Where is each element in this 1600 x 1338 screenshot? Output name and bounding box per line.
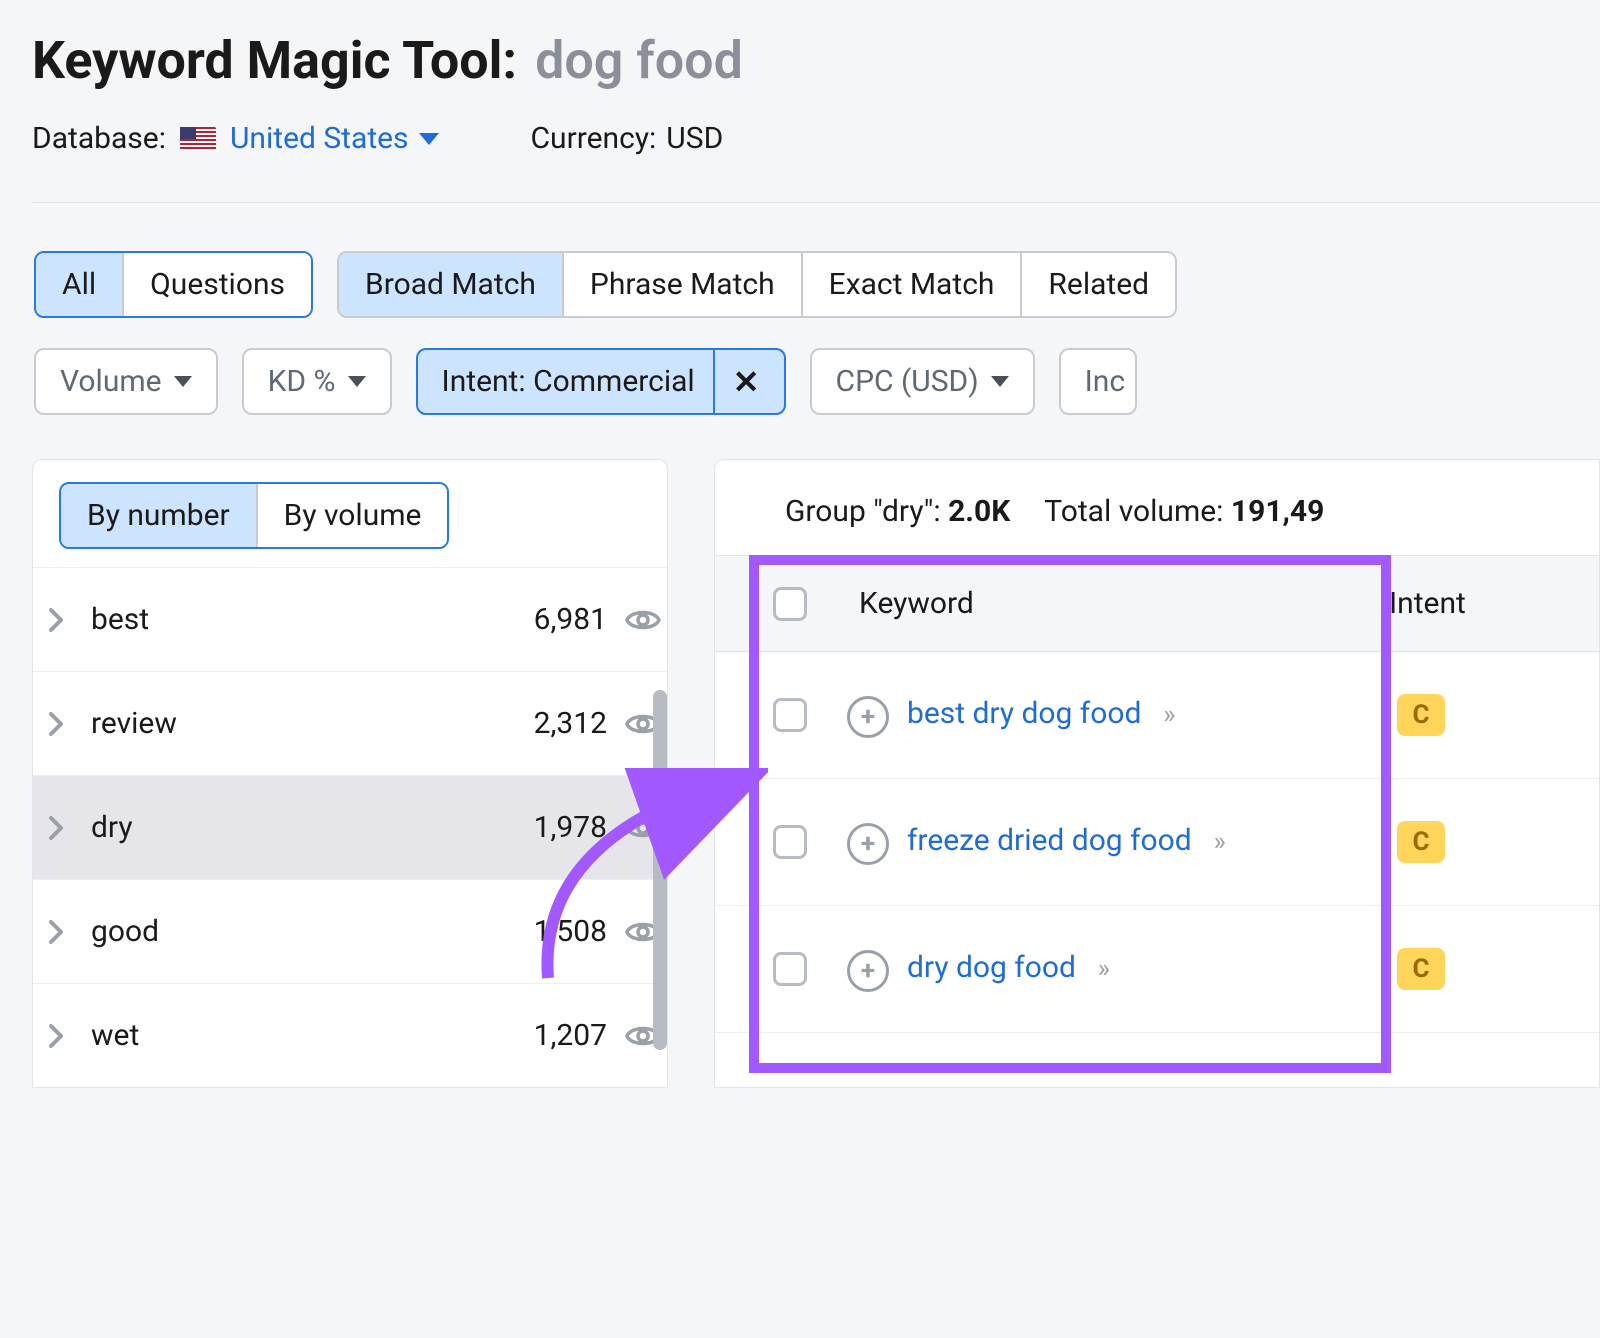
column-intent[interactable]: Intent	[1389, 586, 1529, 621]
group-name: wet	[91, 1018, 534, 1053]
group-row[interactable]: dry 1,978	[33, 775, 667, 879]
database-label: Database:	[32, 121, 166, 156]
table-row: + dry dog food » C	[715, 906, 1599, 1033]
group-count: 2.0K	[948, 494, 1010, 529]
expand-icon[interactable]: »	[1149, 700, 1174, 730]
expand-icon[interactable]: »	[1083, 954, 1108, 984]
chevron-right-icon	[41, 712, 73, 736]
group-count: 1,978	[534, 810, 607, 845]
database-country[interactable]: United States	[230, 121, 439, 156]
sort-by-number[interactable]: By number	[61, 484, 256, 547]
query-term: dog food	[535, 30, 743, 91]
group-name: best	[91, 602, 534, 637]
group-label: Group "dry":	[785, 494, 941, 529]
divider	[32, 202, 1600, 203]
page-title-row: Keyword Magic Tool: dog food	[32, 30, 1600, 91]
group-count: 2,312	[534, 706, 607, 741]
intent-badge: C	[1397, 821, 1445, 863]
currency-label: Currency:	[531, 121, 657, 156]
filter-kd[interactable]: KD %	[242, 348, 392, 415]
group-count: 6,981	[534, 602, 607, 637]
meta-row: Database: United States Currency: USD	[32, 121, 1600, 156]
currency-value: USD	[666, 121, 723, 156]
group-row[interactable]: good 1,508	[33, 879, 667, 983]
chevron-down-icon	[991, 376, 1009, 387]
tool-title: Keyword Magic Tool:	[32, 30, 517, 91]
select-all-checkbox[interactable]	[773, 587, 807, 621]
tab-all[interactable]: All	[36, 253, 122, 316]
keyword-link[interactable]: dry dog food	[907, 950, 1076, 985]
expand-icon[interactable]: »	[1199, 827, 1224, 857]
results-table: Keyword Intent + best dry dog food » C +…	[715, 555, 1599, 1033]
results-summary: Group "dry": 2.0K Total volume: 191,49	[715, 460, 1599, 555]
chevron-right-icon	[41, 1024, 73, 1048]
keyword-link[interactable]: freeze dried dog food	[907, 823, 1192, 858]
group-name: good	[91, 914, 534, 949]
match-type-tabs: All Questions Broad Match Phrase Match E…	[34, 251, 1600, 318]
close-icon[interactable]: ✕	[733, 366, 760, 398]
table-header: Keyword Intent	[715, 555, 1599, 652]
row-checkbox[interactable]	[773, 698, 807, 732]
database-selector[interactable]: Database: United States	[32, 121, 439, 156]
results-panel: Group "dry": 2.0K Total volume: 191,49 K…	[714, 459, 1600, 1088]
chevron-right-icon	[41, 920, 73, 944]
chevron-right-icon	[41, 608, 73, 632]
intent-badge: C	[1397, 948, 1445, 990]
filter-intent[interactable]: Intent: Commercial ✕	[416, 348, 786, 415]
total-volume-label: Total volume:	[1044, 494, 1223, 529]
chevron-down-icon	[419, 133, 439, 145]
sort-by-volume[interactable]: By volume	[256, 484, 448, 547]
keyword-link[interactable]: best dry dog food	[907, 696, 1141, 731]
match-segment: Broad Match Phrase Match Exact Match Rel…	[337, 251, 1177, 318]
total-volume-value: 191,49	[1231, 494, 1324, 529]
flag-us-icon	[180, 127, 216, 151]
filter-pills: Volume KD % Intent: Commercial ✕ CPC (US…	[34, 348, 1600, 415]
all-questions-segment: All Questions	[34, 251, 313, 318]
row-checkbox[interactable]	[773, 825, 807, 859]
filter-volume[interactable]: Volume	[34, 348, 218, 415]
add-to-list-icon[interactable]: +	[847, 823, 889, 865]
tab-related[interactable]: Related	[1020, 253, 1175, 316]
tab-broad-match[interactable]: Broad Match	[337, 251, 564, 318]
chevron-right-icon	[41, 816, 73, 840]
filter-cpc[interactable]: CPC (USD)	[810, 348, 1035, 415]
add-to-list-icon[interactable]: +	[847, 950, 889, 992]
filter-include[interactable]: Inc	[1059, 348, 1137, 415]
tab-questions[interactable]: Questions	[122, 253, 311, 316]
group-count: 1,508	[534, 914, 607, 949]
groups-panel: By number By volume best 6,981 review 2,…	[32, 459, 668, 1088]
chevron-down-icon	[174, 376, 192, 387]
add-to-list-icon[interactable]: +	[847, 696, 889, 738]
group-row[interactable]: wet 1,207	[33, 983, 667, 1087]
intent-badge: C	[1397, 694, 1445, 736]
scrollbar-thumb[interactable]	[653, 690, 667, 1050]
currency-display: Currency: USD	[531, 121, 724, 156]
eye-icon[interactable]	[625, 607, 661, 633]
sort-segment: By number By volume	[59, 482, 449, 549]
group-count: 1,207	[534, 1018, 607, 1053]
group-name: review	[91, 706, 534, 741]
group-row[interactable]: best 6,981	[33, 567, 667, 671]
tab-exact-match[interactable]: Exact Match	[801, 253, 1021, 316]
column-keyword[interactable]: Keyword	[847, 586, 1389, 621]
tab-phrase-match[interactable]: Phrase Match	[562, 253, 801, 316]
groups-list: best 6,981 review 2,312 dry 1,978 good 1…	[33, 567, 667, 1087]
group-row[interactable]: review 2,312	[33, 671, 667, 775]
table-row: + best dry dog food » C	[715, 652, 1599, 779]
row-checkbox[interactable]	[773, 952, 807, 986]
group-name: dry	[91, 810, 534, 845]
chevron-down-icon	[348, 376, 366, 387]
table-row: + freeze dried dog food » C	[715, 779, 1599, 906]
